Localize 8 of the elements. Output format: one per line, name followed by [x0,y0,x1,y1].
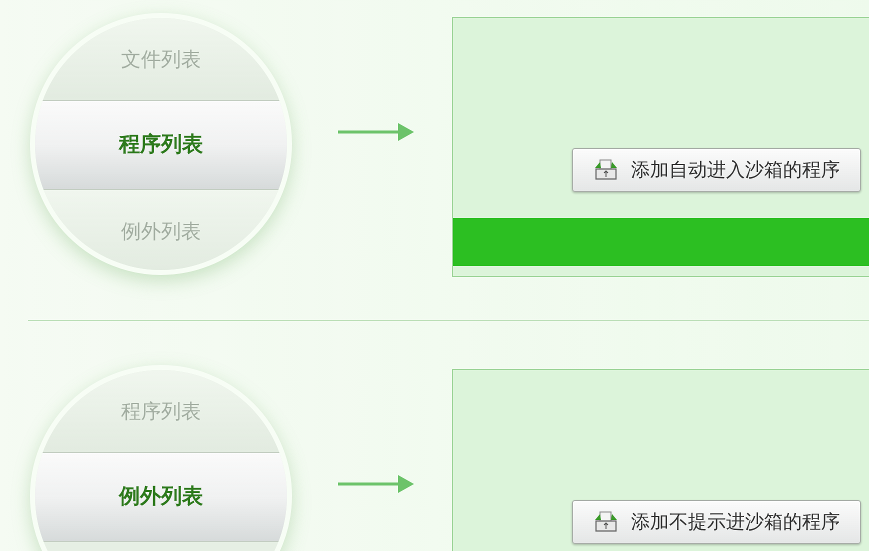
add-program-button[interactable]: 添加自动进入沙箱的程序 [572,148,861,192]
arrow-icon [338,121,416,143]
arrow-icon [338,473,416,495]
list-item[interactable]: 程序列表 [35,100,287,190]
add-program-button[interactable]: 添加不提示进沙箱的程序 [572,500,861,544]
list-item[interactable]: 例外列表 [35,452,287,542]
tray-icon [593,159,619,181]
tray-icon [593,511,619,533]
